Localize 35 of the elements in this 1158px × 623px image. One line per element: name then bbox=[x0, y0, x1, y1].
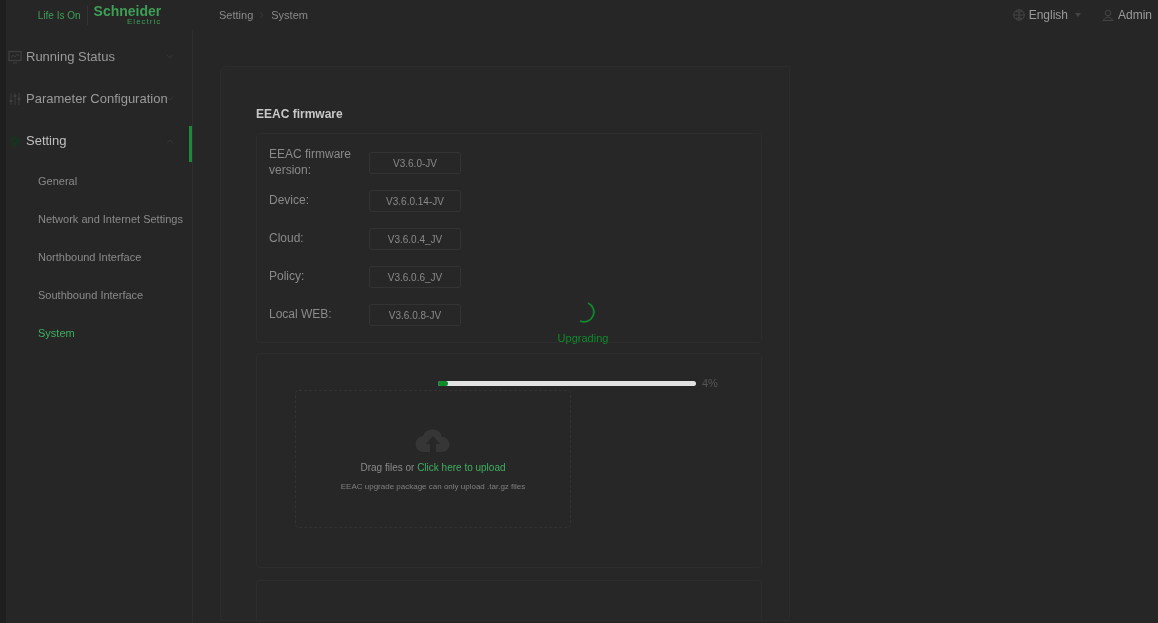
sidebar-item[interactable]: Running Status bbox=[6, 36, 192, 78]
language-selector[interactable]: English bbox=[1012, 6, 1084, 24]
upload-instructions: Drag files or Click here to upload bbox=[360, 460, 506, 475]
version-value: V3.6.0.4_JV bbox=[369, 228, 461, 250]
upload-dropzone[interactable]: Drag files or Click here to upload EEAC upgrade package can only upload .tar.gz files bbox=[295, 390, 571, 528]
field-label: Cloud: bbox=[269, 231, 305, 247]
logo-subtext: Electric bbox=[127, 18, 162, 26]
sidebar-subitem[interactable]: Northbound Interface bbox=[6, 238, 192, 276]
sidebar-subitem[interactable]: Southbound Interface bbox=[6, 276, 192, 314]
version-value: V3.6.0.6_JV bbox=[369, 266, 461, 288]
field-label: Device: bbox=[269, 193, 310, 209]
field-label: Policy: bbox=[269, 269, 306, 285]
sidebar-item[interactable]: Parameter Configuration bbox=[6, 78, 192, 120]
selection-indicator bbox=[189, 126, 192, 162]
status-text: Upgrading bbox=[557, 331, 609, 346]
sidebar-subitem[interactable]: General bbox=[6, 162, 192, 200]
upload-link[interactable]: Click here to upload bbox=[417, 461, 506, 473]
user-menu[interactable]: Admin bbox=[1102, 6, 1152, 24]
user-icon bbox=[1102, 9, 1114, 21]
caret-down-icon bbox=[1072, 11, 1084, 19]
field-label: Local WEB: bbox=[269, 307, 333, 323]
breadcrumb-current: System bbox=[271, 7, 308, 23]
logo-text: Schneider bbox=[93, 4, 162, 18]
upload-hint: EEAC upgrade package can only upload .tar.gz files bbox=[340, 480, 526, 493]
section-title: EEAC firmware bbox=[256, 106, 344, 123]
logo-tagline: Life Is On bbox=[37, 8, 81, 23]
version-value: V3.6.0.14-JV bbox=[369, 190, 461, 212]
breadcrumb-link[interactable]: Setting bbox=[219, 6, 254, 24]
sidebar-item[interactable]: Setting bbox=[6, 120, 192, 162]
sidebar-subitem[interactable]: System bbox=[6, 314, 192, 352]
version-value: V3.6.0.8-JV bbox=[369, 304, 461, 326]
sidebar-subitem[interactable]: Network and Internet Settings bbox=[6, 200, 192, 238]
globe-icon bbox=[1012, 9, 1025, 21]
field-label: EEAC firmware version: bbox=[269, 147, 352, 179]
version-value: V3.6.0-JV bbox=[369, 152, 461, 174]
